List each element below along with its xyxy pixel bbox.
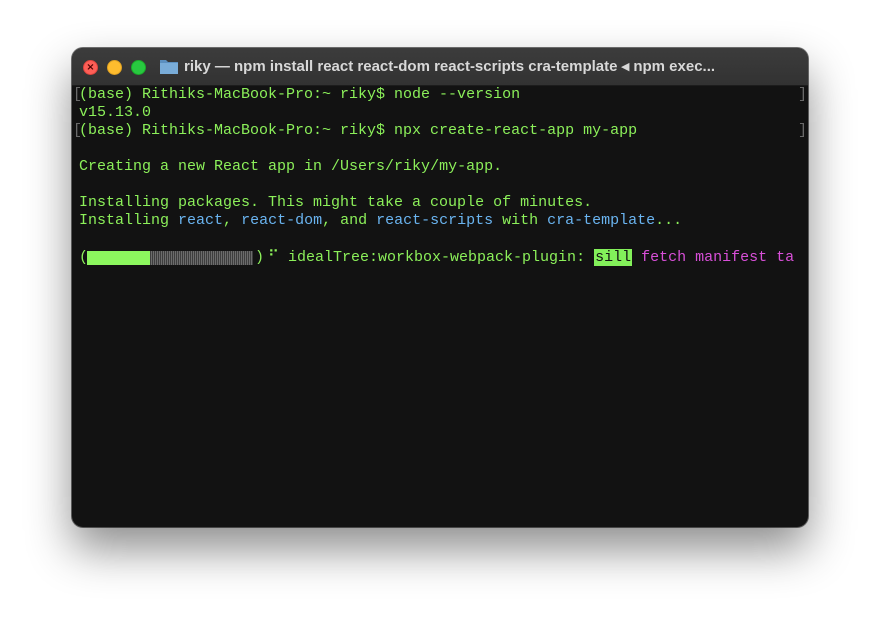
progress-stage: idealTree:workbox-webpack-plugin: [288, 249, 595, 266]
minimize-button[interactable] [107, 60, 122, 75]
line-bracket-right: ] [797, 122, 807, 139]
terminal-window: × riky — npm install react react-dom rea… [72, 48, 808, 527]
node-version-output: v15.13.0 [79, 104, 152, 121]
progress-fill [87, 251, 151, 265]
line-bracket-right: ] [797, 86, 807, 103]
creating-line: Creating a new React app in /Users/riky/… [79, 158, 502, 176]
log-level-badge: sill [594, 249, 633, 266]
ellipsis: ... [655, 212, 683, 229]
installing-list-line: Installing react, react-dom, and react-s… [79, 212, 682, 230]
progress-status: ⠋ idealTree:workbox-webpack-plugin: sill… [268, 249, 794, 267]
creating-path: /Users/riky/my-app [331, 158, 494, 175]
sep: , and [322, 212, 377, 229]
creating-prefix: Creating a new React app in [79, 158, 332, 175]
prompt-line: (base) Rithiks-MacBook-Pro:~ riky$ node … [79, 86, 521, 103]
installing-prefix: Installing [79, 212, 179, 229]
title-bar[interactable]: × riky — npm install react react-dom rea… [72, 48, 808, 86]
progress-track [87, 251, 253, 265]
progress-bar: ( ) [79, 249, 265, 267]
folder-icon [160, 60, 178, 74]
window-title: riky — npm install react react-dom react… [184, 58, 716, 75]
prompt-line: (base) Rithiks-MacBook-Pro:~ riky$ npx c… [79, 122, 638, 139]
progress-paren-right: ) [255, 249, 265, 266]
close-button[interactable]: × [83, 60, 98, 75]
sep: , [223, 212, 242, 229]
package-react-dom: react-dom [241, 212, 323, 229]
close-icon: × [86, 62, 95, 73]
package-react: react [178, 212, 224, 229]
installing-packages-line: Installing packages. This might take a c… [79, 194, 593, 211]
package-react-scripts: react-scripts [376, 212, 494, 229]
progress-message: fetch manifest ta [632, 249, 795, 266]
sep: with [493, 212, 548, 229]
zoom-button[interactable] [131, 60, 146, 75]
spinner-icon: ⠋ [268, 249, 279, 266]
package-cra-template: cra-template [547, 212, 656, 229]
creating-suffix: . [493, 158, 503, 175]
